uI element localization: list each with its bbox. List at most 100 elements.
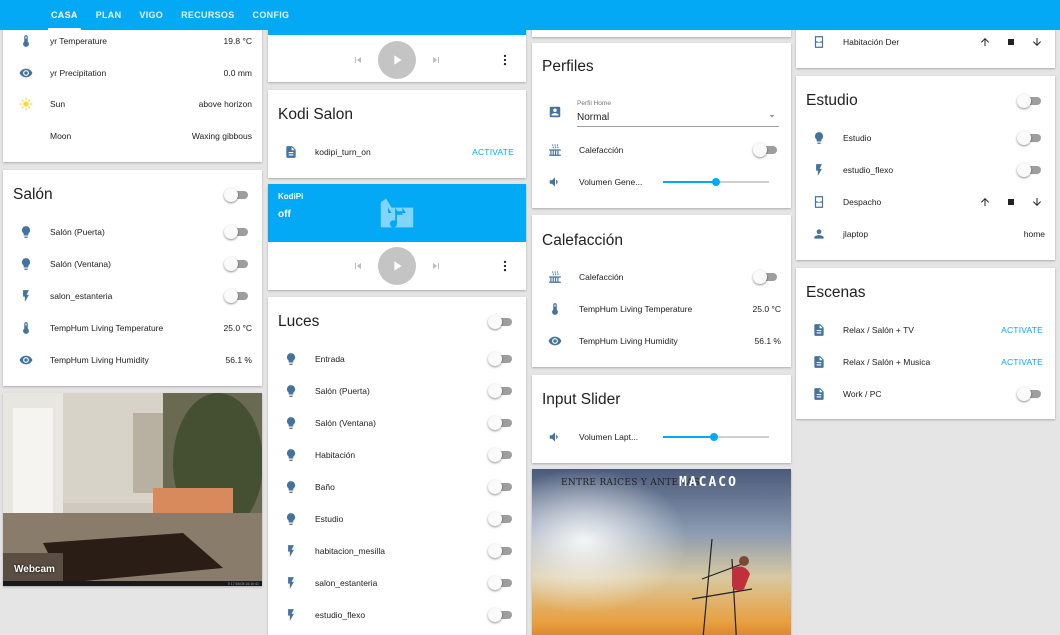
eye-icon — [18, 352, 34, 368]
next-track-icon[interactable] — [430, 54, 442, 66]
entity-toggle[interactable] — [488, 512, 514, 526]
script-row[interactable]: kodipi_turn_on ACTIVATE — [268, 136, 526, 168]
entity-row[interactable]: salon_estanteria — [268, 567, 526, 599]
radiator-icon — [547, 269, 563, 285]
weather-row-sun[interactable]: Sun above horizon — [3, 88, 262, 120]
salon-group-toggle[interactable] — [224, 188, 250, 202]
activate-button[interactable]: ACTIVATE — [1001, 357, 1043, 367]
script-row[interactable]: Work / PC — [796, 378, 1055, 410]
flash-icon — [811, 162, 827, 178]
entity-value: 0.0 mm — [223, 68, 252, 78]
entity-row[interactable]: estudio_flexo — [796, 154, 1055, 186]
entity-row[interactable]: Habitación — [268, 439, 526, 471]
tab-config[interactable]: CONFIG — [244, 0, 299, 30]
entity-toggle[interactable] — [1017, 131, 1043, 145]
play-button[interactable] — [378, 41, 416, 79]
more-vert-icon[interactable] — [498, 53, 512, 67]
entity-label: Sun — [50, 99, 66, 109]
media-player-name: KodiPi — [278, 192, 304, 201]
entity-row[interactable]: Baño — [268, 471, 526, 503]
bulb-icon — [283, 415, 299, 431]
volume-slider[interactable] — [663, 175, 769, 189]
volume-slider[interactable] — [663, 430, 769, 444]
arrow-down-icon[interactable] — [1031, 36, 1043, 48]
entity-row[interactable]: Entrada — [268, 343, 526, 375]
tab-casa[interactable]: CASA — [42, 0, 87, 30]
entity-toggle[interactable] — [753, 270, 779, 284]
entity-toggle[interactable] — [488, 576, 514, 590]
entity-toggle[interactable] — [488, 608, 514, 622]
webcam-card[interactable]: Webcam 0 17:65:08 16:10:41 — [3, 393, 262, 586]
entity-value: 56.1 % — [225, 355, 252, 365]
entity-toggle[interactable] — [224, 289, 250, 303]
entity-toggle[interactable] — [224, 225, 250, 239]
script-row[interactable]: Relax / Salón + TV ACTIVATE — [796, 314, 1055, 346]
entity-toggle[interactable] — [488, 416, 514, 430]
next-track-icon[interactable] — [430, 260, 442, 272]
entity-toggle[interactable] — [488, 352, 514, 366]
estudio-group-toggle[interactable] — [1017, 94, 1043, 108]
entity-toggle[interactable] — [488, 544, 514, 558]
entity-row[interactable]: TempHum Living Temperature 25.0 °C — [3, 312, 262, 344]
radiator-icon — [547, 142, 563, 158]
entity-label: yr Precipitation — [50, 68, 107, 78]
entity-toggle[interactable] — [488, 480, 514, 494]
entity-row[interactable]: Calefacción — [532, 261, 791, 293]
entity-label: TempHum Living Humidity — [50, 355, 149, 365]
cover-row[interactable]: Despacho — [796, 186, 1055, 218]
entity-toggle[interactable] — [488, 448, 514, 462]
previous-track-icon[interactable] — [352, 260, 364, 272]
tab-vigo[interactable]: VIGO — [130, 0, 172, 30]
entity-label: TempHum Living Humidity — [579, 336, 678, 346]
entity-row[interactable]: Salón (Ventana) — [3, 248, 262, 280]
entity-row[interactable]: estudio_flexo — [268, 599, 526, 631]
entity-label: kodipi_turn_on — [315, 147, 371, 157]
entity-row[interactable]: TempHum Living Temperature 25.0 °C — [532, 293, 791, 325]
entity-label: Entrada — [315, 354, 345, 364]
script-row[interactable]: Relax / Salón + Musica ACTIVATE — [796, 346, 1055, 378]
escenas-card: Escenas Relax / Salón + TV ACTIVATE Rela… — [796, 268, 1055, 419]
entity-row[interactable]: TempHum Living Humidity 56.1 % — [532, 325, 791, 357]
media-controls — [268, 243, 526, 289]
entity-toggle[interactable] — [224, 257, 250, 271]
entity-row[interactable]: Calefacción — [532, 134, 791, 166]
entity-row[interactable]: Salón (Ventana) — [268, 407, 526, 439]
tab-plan[interactable]: PLAN — [87, 0, 131, 30]
profile-select-row[interactable]: Perfil Home Normal — [532, 95, 791, 129]
entity-toggle[interactable] — [1017, 387, 1043, 401]
entity-toggle[interactable] — [753, 143, 779, 157]
more-vert-icon[interactable] — [498, 259, 512, 273]
entity-row[interactable]: habitacion_mesilla — [268, 535, 526, 567]
entity-row[interactable]: jlaptop home — [796, 218, 1055, 250]
entity-toggle[interactable] — [1017, 163, 1043, 177]
arrow-down-icon[interactable] — [1031, 196, 1043, 208]
entity-row[interactable]: TempHum Living Humidity 56.1 % — [3, 344, 262, 376]
profile-select[interactable]: Perfil Home Normal — [577, 97, 779, 127]
arrow-up-icon[interactable] — [979, 36, 991, 48]
activate-button[interactable]: ACTIVATE — [472, 147, 514, 157]
card-title: Input Slider — [542, 391, 621, 408]
entity-row[interactable]: Estudio — [268, 503, 526, 535]
volume-slider-row[interactable]: Volumen Lapt... — [532, 421, 791, 453]
luces-group-toggle[interactable] — [488, 315, 514, 329]
entity-row[interactable]: salon_estanteria — [3, 280, 262, 312]
volume-slider-row[interactable]: Volumen Gene... — [532, 166, 791, 198]
play-button[interactable] — [378, 247, 416, 285]
stop-icon[interactable] — [1005, 36, 1017, 48]
entity-row[interactable]: Salón (Puerta) — [268, 375, 526, 407]
tab-recursos[interactable]: RECURSOS — [172, 0, 243, 30]
entity-label: estudio_flexo — [315, 610, 366, 620]
entity-row[interactable]: Salón (Puerta) — [3, 216, 262, 248]
cover-row[interactable]: Habitación Der — [796, 26, 1055, 58]
activate-button[interactable]: ACTIVATE — [1001, 325, 1043, 335]
weather-row-moon[interactable]: Moon Waxing gibbous — [3, 120, 262, 152]
dropdown-arrow-icon — [769, 115, 775, 118]
entity-row[interactable]: Estudio — [796, 122, 1055, 154]
script-icon — [811, 354, 827, 370]
arrow-up-icon[interactable] — [979, 196, 991, 208]
weather-row-precipitation[interactable]: yr Precipitation 0.0 mm — [3, 57, 262, 89]
entity-toggle[interactable] — [488, 384, 514, 398]
stop-icon[interactable] — [1005, 196, 1017, 208]
album-art-card[interactable]: ENTRE RAICES Y ANTENAS MACACO — [532, 469, 791, 635]
previous-track-icon[interactable] — [352, 54, 364, 66]
